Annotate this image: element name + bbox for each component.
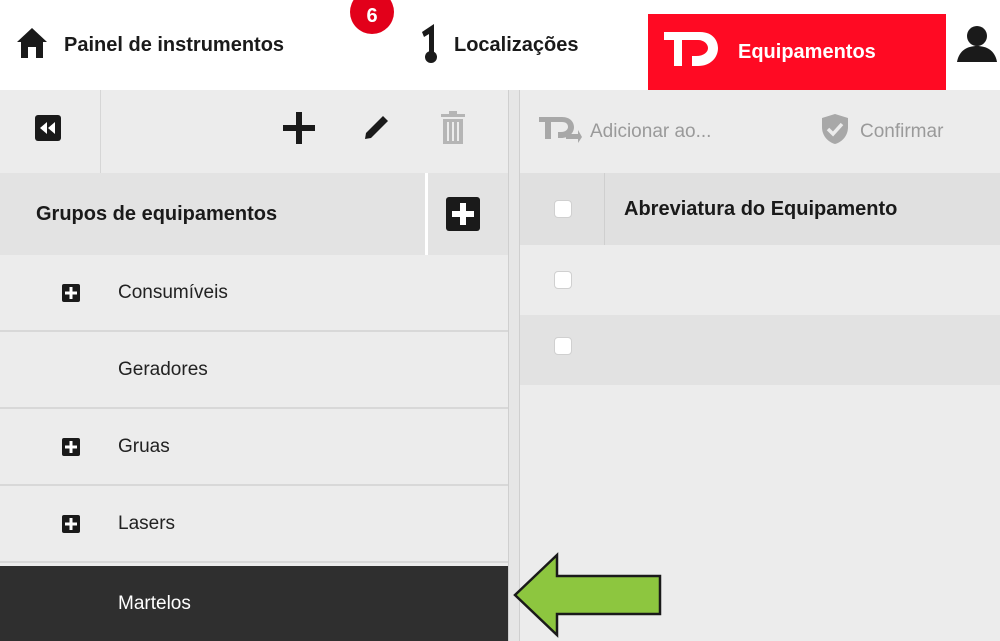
group-item-label: Consumíveis [118, 281, 228, 303]
nav-dashboard[interactable]: Painel de instrumentos [14, 0, 284, 90]
pencil-icon [361, 113, 391, 148]
top-navigation: Painel de instrumentos 6 Localizações Eq… [0, 0, 1000, 90]
nav-equipment-label: Equipamentos [738, 40, 876, 63]
add-to-label: Adicionar ao... [590, 120, 712, 142]
group-item-label: Gruas [118, 435, 170, 457]
equipment-icon [662, 26, 720, 78]
groups-header: Grupos de equipamentos [0, 173, 508, 255]
add-to-button[interactable]: Adicionar ao... [538, 90, 711, 173]
group-item-martelos[interactable]: Martelos [0, 566, 508, 641]
nav-equipment[interactable]: Equipamentos [648, 14, 946, 90]
group-item-label: Geradores [118, 358, 208, 380]
group-item-lasers[interactable]: Lasers [0, 486, 508, 563]
plus-square-icon [446, 197, 480, 235]
equipment-table-header: Abreviatura do Equipamento [520, 173, 1000, 245]
expand-icon[interactable] [62, 438, 80, 456]
select-all-checkbox[interactable] [554, 200, 572, 218]
plus-icon [281, 110, 317, 151]
rewind-icon [35, 114, 61, 146]
equipment-toolbar: Adicionar ao... Confirmar [520, 90, 1000, 174]
location-marker-icon [418, 20, 440, 70]
equipment-transfer-icon [538, 114, 582, 150]
group-item-gruas[interactable]: Gruas [0, 409, 508, 486]
trash-icon [440, 110, 466, 150]
notification-badge: 6 [350, 0, 394, 34]
header-divider [425, 173, 428, 255]
row-checkbox[interactable] [554, 271, 572, 289]
collapse-panel-button[interactable] [28, 110, 68, 150]
shield-check-icon [820, 113, 850, 151]
expand-icon[interactable] [62, 284, 80, 302]
table-row[interactable] [520, 245, 1000, 315]
nav-locations-label: Localizações [454, 33, 579, 56]
confirm-label: Confirmar [860, 120, 944, 142]
column-divider [604, 173, 605, 245]
groups-header-title: Grupos de equipamentos [36, 202, 278, 225]
home-icon [14, 24, 50, 66]
group-item-label: Martelos [118, 592, 191, 614]
edit-group-button[interactable] [356, 110, 396, 150]
nav-users[interactable] [954, 0, 1000, 90]
add-group-button[interactable] [279, 110, 319, 150]
column-header-abbreviation[interactable]: Abreviatura do Equipamento [624, 173, 897, 245]
toolbar-divider [100, 90, 101, 173]
add-subgroup-button[interactable] [446, 197, 480, 231]
group-item-consumiveis[interactable]: Consumíveis [0, 255, 508, 332]
group-item-label: Lasers [118, 512, 176, 534]
user-icon [954, 22, 1000, 68]
confirm-button[interactable]: Confirmar [820, 90, 943, 173]
delete-group-button[interactable] [433, 110, 473, 150]
nav-locations[interactable]: Localizações [418, 0, 579, 90]
equipment-groups-panel: Grupos de equipamentos Consumíveis Gerad… [0, 90, 508, 641]
sidebar-toolbar [0, 90, 508, 174]
row-checkbox[interactable] [554, 337, 572, 355]
nav-dashboard-label: Painel de instrumentos [64, 33, 285, 56]
arrow-pointer-icon [513, 552, 662, 638]
expand-icon[interactable] [62, 515, 80, 533]
table-row[interactable] [520, 315, 1000, 385]
group-item-geradores[interactable]: Geradores [0, 332, 508, 409]
